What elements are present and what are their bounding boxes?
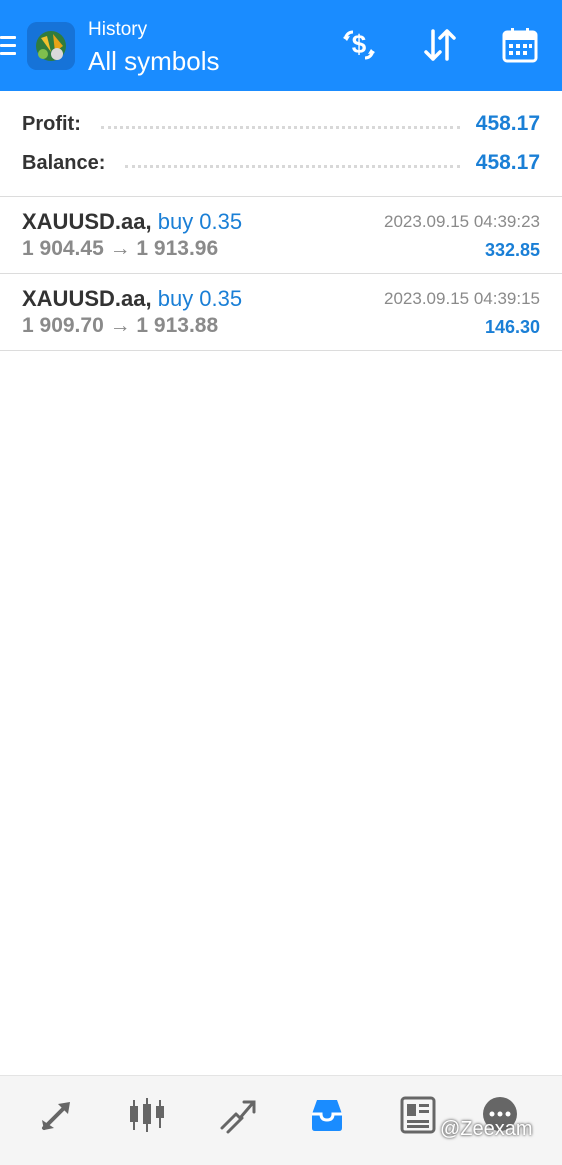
menu-icon[interactable] <box>0 36 16 58</box>
profit-row: Profit: 458.17 <box>22 109 540 139</box>
trade-icon[interactable] <box>212 1090 262 1140</box>
quotes-icon[interactable] <box>32 1090 82 1140</box>
deal-profit: 146.30 <box>484 317 540 337</box>
deal-header: XAUUSD.aa, buy 0.35 <box>22 286 242 312</box>
history-icon[interactable] <box>302 1090 352 1140</box>
deal-row[interactable]: XAUUSD.aa, buy 0.35 1 904.45 → 1 913.96 … <box>0 197 562 274</box>
deal-header: XAUUSD.aa, buy 0.35 <box>22 209 242 235</box>
deal-symbol: XAUUSD.aa, <box>22 286 152 311</box>
page-subtitle: History <box>88 19 148 40</box>
calendar-icon[interactable] <box>497 22 543 68</box>
profit-label: Profit: <box>22 112 81 135</box>
svg-text:$: $ <box>352 29 367 59</box>
balance-value: 458.17 <box>475 151 540 174</box>
deal-prices: 1 909.70 → 1 913.88 <box>22 314 219 337</box>
deal-side: buy 0.35 <box>157 286 243 311</box>
page-title[interactable]: All symbols <box>88 44 219 78</box>
profit-value: 458.17 <box>475 112 540 135</box>
dotted-leader <box>100 125 460 129</box>
deal-symbol: XAUUSD.aa, <box>22 209 152 234</box>
watermark: @Zeexam <box>440 1118 533 1140</box>
currency-exchange-icon[interactable]: $ <box>336 22 382 68</box>
balance-label: Balance: <box>22 151 106 174</box>
sort-icon[interactable] <box>417 22 463 68</box>
deal-row[interactable]: XAUUSD.aa, buy 0.35 1 909.70 → 1 913.88 … <box>0 274 562 351</box>
app-header: History All symbols $ <box>0 0 562 91</box>
dotted-leader <box>125 164 460 168</box>
deal-side: buy 0.35 <box>157 209 243 234</box>
metatrader-logo <box>27 22 75 70</box>
deal-time: 2023.09.15 04:39:15 <box>384 289 540 308</box>
news-icon[interactable] <box>392 1090 442 1140</box>
chart-icon[interactable] <box>122 1090 172 1140</box>
deal-profit: 332.85 <box>484 240 540 260</box>
history-summary: Profit: 458.17 Balance: 458.17 <box>0 91 562 197</box>
deal-prices: 1 904.45 → 1 913.96 <box>22 237 219 260</box>
deal-time: 2023.09.15 04:39:23 <box>384 212 540 231</box>
balance-row: Balance: 458.17 <box>22 148 540 178</box>
